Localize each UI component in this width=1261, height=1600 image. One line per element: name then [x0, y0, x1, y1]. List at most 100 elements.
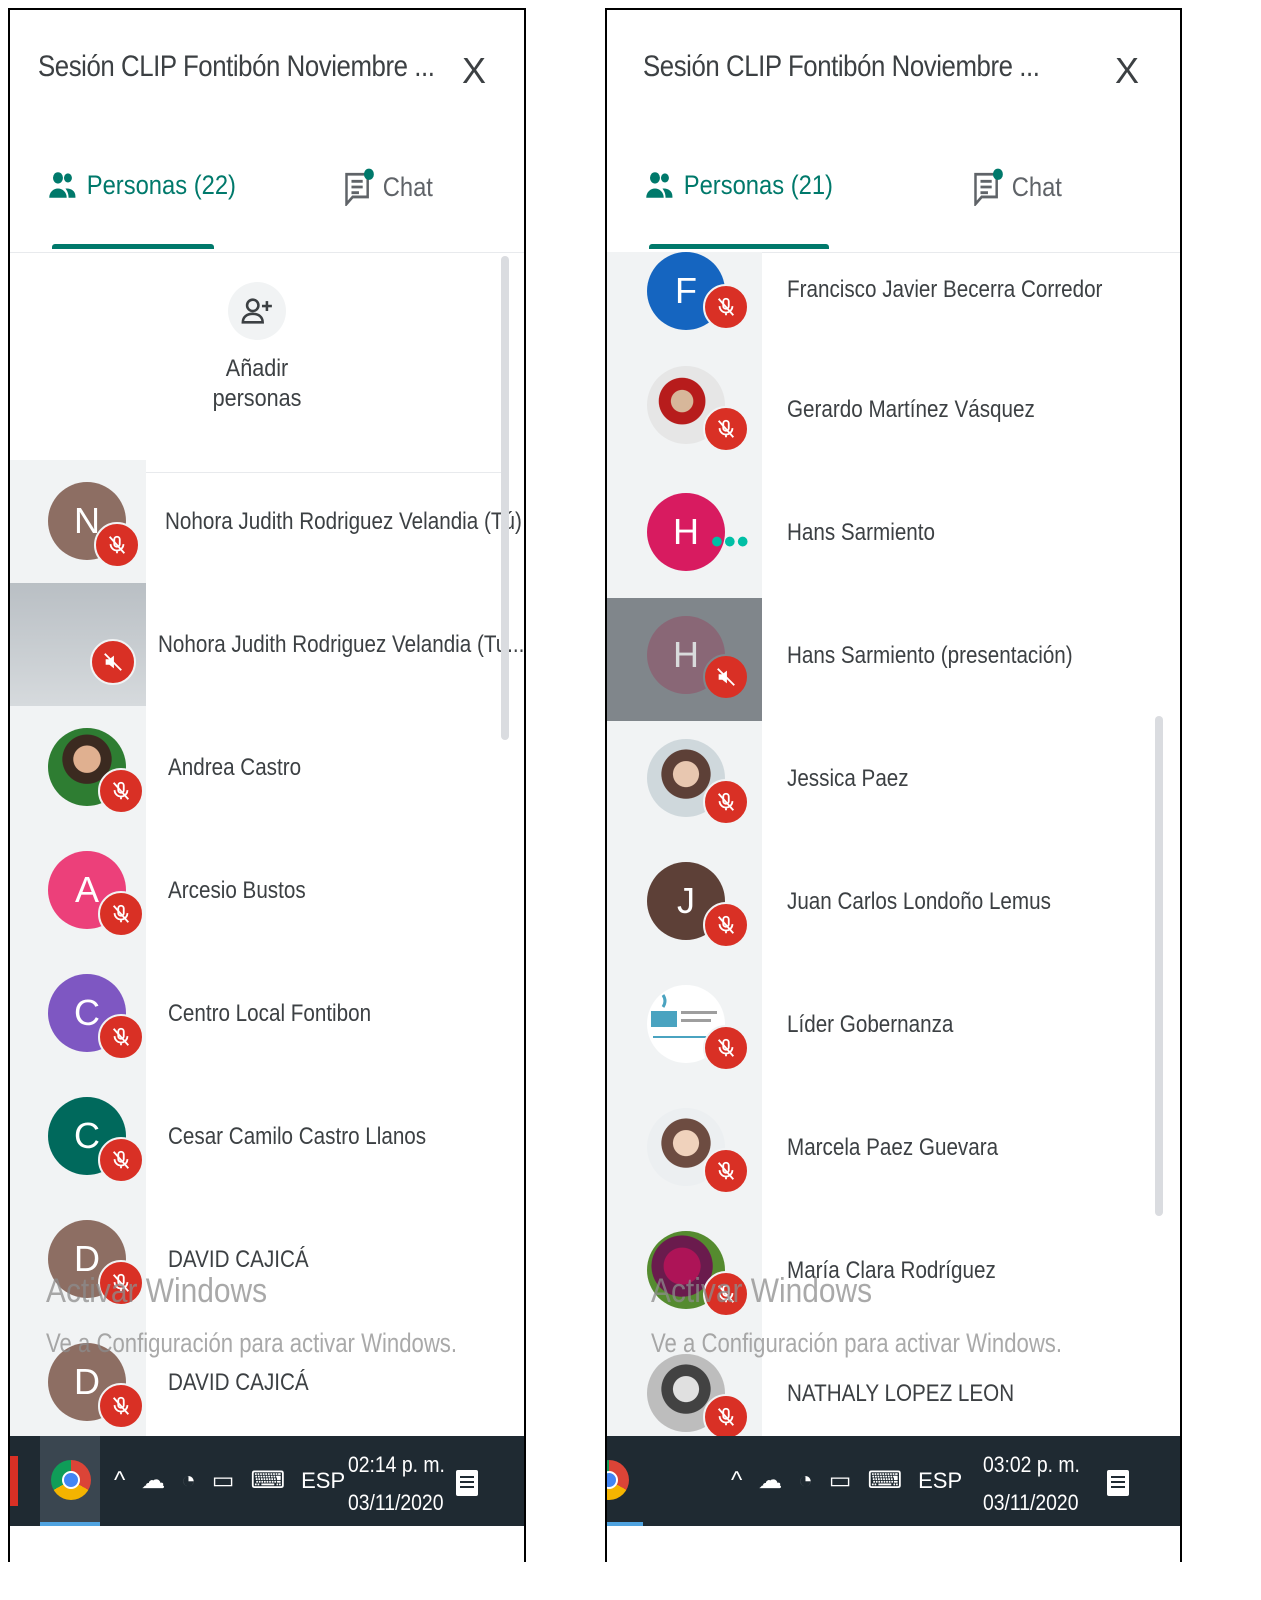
chevron-up-icon[interactable]: ^	[731, 1467, 742, 1495]
cloud-icon[interactable]: ☁	[141, 1466, 165, 1495]
battery-icon[interactable]: ▭	[212, 1466, 235, 1495]
close-button[interactable]: X	[1115, 50, 1139, 92]
tab-people-label: Personas (21)	[683, 169, 833, 200]
tab-people[interactable]: Personas (22)	[48, 168, 236, 202]
mic-off-icon[interactable]	[703, 1394, 749, 1440]
left-meet-panel: Sesión CLIP Fontibón Noviembre ... X Per…	[8, 8, 526, 1562]
mic-off-icon[interactable]	[703, 1148, 749, 1194]
participant-row[interactable]: Marcela Paez Guevara	[607, 1090, 1175, 1213]
participant-row[interactable]: Andrea Castro	[10, 706, 520, 829]
system-tray: ^ ☁ ◔ ▭ ⌨ ESP	[114, 1466, 345, 1495]
people-icon	[646, 172, 673, 198]
participant-row[interactable]: C Cesar Camilo Castro Llanos	[10, 1075, 520, 1198]
meeting-title: Sesión CLIP Fontibón Noviembre ...	[643, 50, 1040, 83]
tab-chat[interactable]: Chat	[973, 168, 1062, 206]
meeting-title: Sesión CLIP Fontibón Noviembre ...	[38, 50, 435, 83]
cloud-icon[interactable]: ☁	[758, 1466, 782, 1495]
system-tray: ^ ☁ ◔ ▭ ⌨ ESP	[731, 1466, 962, 1495]
active-tab-indicator	[52, 244, 214, 249]
add-people-button[interactable]: Añadir personas	[10, 272, 504, 473]
clock-time: 03:02 p. m.	[983, 1452, 1080, 1477]
right-meet-panel: Sesión CLIP Fontibón Noviembre ... X Per…	[605, 8, 1182, 1562]
participant-name: Andrea Castro	[168, 754, 302, 781]
participant-name: Centro Local Fontibon	[168, 1000, 372, 1027]
tab-chat[interactable]: Chat	[344, 168, 433, 206]
participant-row[interactable]: H ••• Hans Sarmiento	[607, 475, 1175, 598]
notification-icon[interactable]	[1107, 1470, 1129, 1496]
keyboard-icon[interactable]: ⌨	[867, 1466, 902, 1495]
wifi-icon[interactable]: ◔	[798, 1467, 813, 1495]
close-button[interactable]: X	[462, 50, 486, 92]
activation-watermark-subtitle: Ve a Configuración para activar Windows.	[46, 1328, 458, 1358]
participant-name: DAVID CAJICÁ	[168, 1246, 309, 1273]
participant-name: DAVID CAJICÁ	[168, 1369, 309, 1396]
mic-off-icon[interactable]	[703, 1025, 749, 1071]
participant-row[interactable]: N Nohora Judith Rodriguez Velandia (Tú)	[10, 460, 522, 583]
participant-row[interactable]: J Juan Carlos Londoño Lemus	[607, 844, 1175, 967]
participant-row-presentation[interactable]: H Hans Sarmiento (presentación)	[607, 598, 1175, 721]
participant-row[interactable]: A Arcesio Bustos	[10, 829, 520, 952]
keyboard-icon[interactable]: ⌨	[250, 1466, 285, 1495]
mic-off-icon[interactable]	[98, 891, 144, 937]
activation-watermark-title: Activar Windows	[46, 1272, 268, 1310]
participant-row[interactable]: F Francisco Javier Becerra Corredor	[607, 252, 1175, 352]
battery-icon[interactable]: ▭	[829, 1466, 852, 1495]
chrome-icon[interactable]	[607, 1460, 629, 1500]
mic-off-icon[interactable]	[703, 284, 749, 330]
mic-off-icon[interactable]	[703, 779, 749, 825]
speaking-indicator-icon: •••	[711, 523, 750, 561]
language-indicator[interactable]: ESP	[918, 1468, 962, 1494]
participant-name: Nohora Judith Rodriguez Velandia (Tu...	[158, 631, 525, 658]
participant-name: Jessica Paez	[787, 765, 909, 792]
participant-name: Hans Sarmiento (presentación)	[787, 642, 1073, 669]
windows-taskbar: ^ ☁ ◔ ▭ ⌨ ESP 03:02 p. m. 03/11/2020	[607, 1436, 1180, 1526]
language-indicator[interactable]: ESP	[301, 1468, 345, 1494]
mic-off-icon[interactable]	[98, 1137, 144, 1183]
mic-off-icon[interactable]	[98, 1383, 144, 1429]
clock-date: 03/11/2020	[348, 1490, 444, 1515]
windows-taskbar: ^ ☁ ◔ ▭ ⌨ ESP 02:14 p. m. 03/11/2020	[10, 1436, 524, 1526]
mic-off-icon[interactable]	[98, 1014, 144, 1060]
participant-name: Arcesio Bustos	[168, 877, 306, 904]
participant-name: Francisco Javier Becerra Corredor	[787, 276, 1103, 303]
participant-row[interactable]: Nohora Judith Rodriguez Velandia (Tu...	[10, 583, 524, 706]
participant-row[interactable]: C Centro Local Fontibon	[10, 952, 520, 1075]
participant-row[interactable]: Líder Gobernanza	[607, 967, 1175, 1090]
activation-watermark-title: Activar Windows	[651, 1272, 873, 1310]
tab-chat-label: Chat	[1011, 171, 1062, 202]
participant-name: Marcela Paez Guevara	[787, 1134, 999, 1161]
chat-icon	[974, 168, 1003, 206]
mic-off-icon[interactable]	[703, 902, 749, 948]
chrome-icon[interactable]	[51, 1460, 91, 1500]
tab-people[interactable]: Personas (21)	[645, 168, 833, 202]
tab-people-label: Personas (22)	[86, 169, 236, 200]
divider	[10, 252, 524, 253]
scrollbar[interactable]	[501, 256, 509, 740]
participant-name: Gerardo Martínez Vásquez	[787, 396, 1035, 423]
mic-off-icon[interactable]	[98, 768, 144, 814]
mic-off-icon[interactable]	[703, 406, 749, 452]
scrollbar[interactable]	[1155, 716, 1163, 1216]
chevron-up-icon[interactable]: ^	[114, 1467, 125, 1495]
add-people-label: Añadir personas	[212, 355, 302, 412]
participant-name: Cesar Camilo Castro Llanos	[168, 1123, 427, 1150]
participant-name: Hans Sarmiento	[787, 519, 935, 546]
participant-row[interactable]: Jessica Paez	[607, 721, 1175, 844]
tab-chat-label: Chat	[382, 171, 433, 202]
taskbar-app[interactable]	[10, 1456, 18, 1506]
notification-icon[interactable]	[456, 1470, 478, 1496]
participant-name: Líder Gobernanza	[787, 1011, 954, 1038]
mute-icon[interactable]	[90, 639, 136, 685]
taskbar-clock[interactable]: 03:02 p. m. 03/11/2020	[983, 1446, 1080, 1522]
wifi-icon[interactable]: ◔	[181, 1467, 196, 1495]
participant-name: Juan Carlos Londoño Lemus	[787, 888, 1051, 915]
participant-row[interactable]: Gerardo Martínez Vásquez	[607, 352, 1175, 475]
mute-icon[interactable]	[703, 654, 749, 700]
active-tab-indicator	[649, 244, 829, 249]
clock-date: 03/11/2020	[983, 1490, 1079, 1515]
taskbar-clock[interactable]: 02:14 p. m. 03/11/2020	[348, 1446, 445, 1522]
people-icon	[49, 172, 76, 198]
participant-name: NATHALY LOPEZ LEON	[787, 1380, 1015, 1407]
chat-icon	[345, 168, 374, 206]
mic-off-icon[interactable]	[94, 522, 140, 568]
